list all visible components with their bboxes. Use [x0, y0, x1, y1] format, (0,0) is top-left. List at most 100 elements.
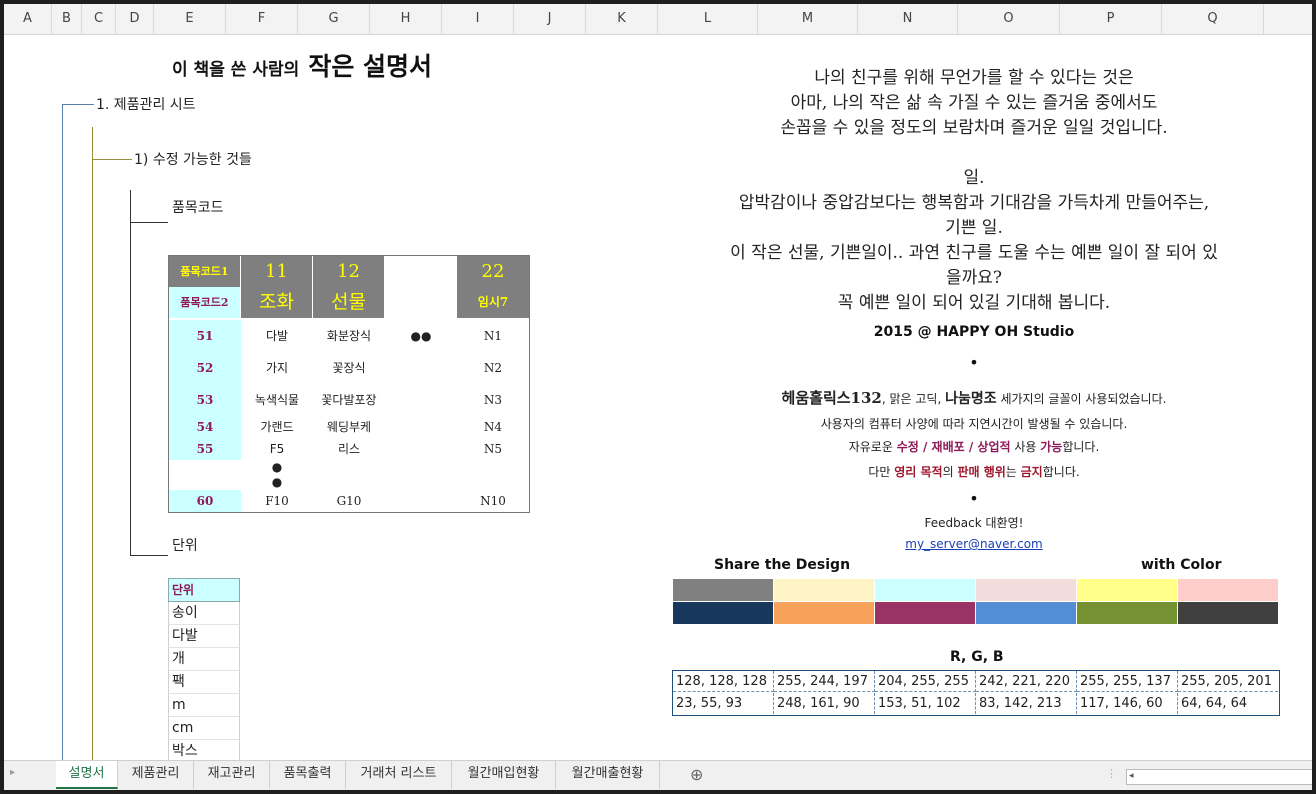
- tab-sheet-1[interactable]: 제품관리: [118, 761, 194, 789]
- palette-swatch-top-5[interactable]: [1178, 579, 1278, 601]
- add-sheet-icon[interactable]: ⊕: [690, 765, 703, 784]
- palette-swatch-top-3[interactable]: [976, 579, 1076, 601]
- column-header-c[interactable]: C: [82, 4, 116, 34]
- column-header-g[interactable]: G: [298, 4, 370, 34]
- code-row-3-cell-0[interactable]: 54: [169, 416, 241, 438]
- palette-swatch-top-0[interactable]: [673, 579, 773, 601]
- tab-sheet-6[interactable]: 월간매출현황: [556, 761, 660, 789]
- code-row-0-cell-0[interactable]: 51: [169, 320, 241, 352]
- rgb-cell-row2[interactable]: 23, 55, 93: [673, 693, 774, 714]
- rgb-cell-row2[interactable]: 64, 64, 64: [1178, 693, 1278, 714]
- code-row-4-cell-3[interactable]: [385, 438, 457, 460]
- rgb-cell-row2[interactable]: 117, 146, 60: [1077, 693, 1178, 714]
- unit-list-item[interactable]: 다발: [168, 625, 240, 648]
- code-row-2-cell-1[interactable]: 녹색식물: [241, 384, 313, 416]
- rgb-cell-row1[interactable]: 242, 221, 220: [976, 671, 1077, 692]
- rgb-cell-row1[interactable]: 255, 255, 137: [1077, 671, 1178, 692]
- column-header-f[interactable]: F: [226, 4, 298, 34]
- email-link[interactable]: my_server@naver.com: [905, 537, 1043, 551]
- column-header-p[interactable]: P: [1060, 4, 1162, 34]
- palette-swatch-top-2[interactable]: [875, 579, 975, 601]
- unit-list-item[interactable]: 개: [168, 648, 240, 671]
- tab-sheet-3[interactable]: 품목출력: [270, 761, 346, 789]
- unit-list-item[interactable]: cm: [168, 717, 240, 740]
- column-header-q[interactable]: Q: [1162, 4, 1264, 34]
- rgb-cell-row1[interactable]: 128, 128, 128: [673, 671, 774, 692]
- palette-swatch-bottom-2[interactable]: [875, 602, 975, 624]
- worksheet-area[interactable]: 이 책을 쓴 사람의 작은 설명서 1. 제품관리 시트 1) 수정 가능한 것…: [4, 35, 1312, 760]
- unit-list-item[interactable]: 박스: [168, 740, 240, 760]
- rgb-cell-row2[interactable]: 248, 161, 90: [774, 693, 875, 714]
- code-row-2-cell-2[interactable]: 꽃다발포장: [313, 384, 385, 416]
- code-header-2-cell-2[interactable]: 선물: [313, 287, 385, 318]
- split-handle-icon[interactable]: ⋮: [1106, 767, 1117, 780]
- code-last-row-cell-2[interactable]: G10: [313, 490, 385, 512]
- palette-swatch-top-1[interactable]: [774, 579, 874, 601]
- unit-list-item[interactable]: 송이: [168, 602, 240, 625]
- code-header-1-cell-3[interactable]: [385, 256, 457, 287]
- tab-sheet-5[interactable]: 월간매입현황: [452, 761, 556, 789]
- code-last-row-cell-3[interactable]: [385, 490, 457, 512]
- code-row-1-cell-1[interactable]: 가지: [241, 352, 313, 384]
- column-header-l[interactable]: L: [658, 4, 758, 34]
- code-row-1-cell-2[interactable]: 꽃장식: [313, 352, 385, 384]
- column-header-n[interactable]: N: [858, 4, 958, 34]
- code-header-1-cell-2[interactable]: 12: [313, 256, 385, 287]
- tab-sheet-2[interactable]: 재고관리: [194, 761, 270, 789]
- code-row-0-cell-4[interactable]: N1: [457, 320, 529, 352]
- code-row-0-cell-2[interactable]: 화분장식: [313, 320, 385, 352]
- column-header-h[interactable]: H: [370, 4, 442, 34]
- code-row-3-cell-1[interactable]: 가랜드: [241, 416, 313, 438]
- column-header-m[interactable]: M: [758, 4, 858, 34]
- rgb-cell-row2[interactable]: 83, 142, 213: [976, 693, 1077, 714]
- unit-list-header[interactable]: 단위: [168, 578, 240, 602]
- column-header-e[interactable]: E: [154, 4, 226, 34]
- horizontal-scrollbar[interactable]: ◂: [1126, 769, 1312, 785]
- code-row-0-cell-3[interactable]: ●●: [385, 320, 457, 352]
- palette-swatch-bottom-5[interactable]: [1178, 602, 1278, 624]
- tab-sheet-0[interactable]: 설명서: [56, 761, 118, 789]
- rgb-cell-row1[interactable]: 255, 205, 201: [1178, 671, 1278, 692]
- code-row-1-cell-0[interactable]: 52: [169, 352, 241, 384]
- code-header-1-cell-1[interactable]: 11: [241, 256, 313, 287]
- code-row-3-cell-4[interactable]: N4: [457, 416, 529, 438]
- code-row-1-cell-3[interactable]: [385, 352, 457, 384]
- code-header-1-cell-0[interactable]: 품목코드1: [169, 256, 241, 287]
- rgb-cell-row1[interactable]: 204, 255, 255: [875, 671, 976, 692]
- column-header-d[interactable]: D: [116, 4, 154, 34]
- code-row-2-cell-4[interactable]: N3: [457, 384, 529, 416]
- palette-swatch-bottom-3[interactable]: [976, 602, 1076, 624]
- code-row-4-cell-4[interactable]: N5: [457, 438, 529, 460]
- code-header-2-cell-4[interactable]: 임시7: [457, 287, 529, 318]
- column-header-k[interactable]: K: [586, 4, 658, 34]
- code-header-1-cell-4[interactable]: 22: [457, 256, 529, 287]
- palette-swatch-bottom-1[interactable]: [774, 602, 874, 624]
- code-row-2-cell-0[interactable]: 53: [169, 384, 241, 416]
- column-header-b[interactable]: B: [52, 4, 82, 34]
- code-header-2-cell-3[interactable]: [385, 287, 457, 318]
- tab-scroll-left-icon[interactable]: ▸: [10, 767, 15, 778]
- code-row-0-cell-1[interactable]: 다발: [241, 320, 313, 352]
- code-header-2-cell-1[interactable]: 조화: [241, 287, 313, 318]
- palette-swatch-top-4[interactable]: [1077, 579, 1177, 601]
- unit-list-item[interactable]: m: [168, 694, 240, 717]
- code-row-2-cell-3[interactable]: [385, 384, 457, 416]
- code-last-row-cell-4[interactable]: N10: [457, 490, 529, 512]
- rgb-cell-row2[interactable]: 153, 51, 102: [875, 693, 976, 714]
- column-header-a[interactable]: A: [4, 4, 52, 34]
- column-header-i[interactable]: I: [442, 4, 514, 34]
- code-last-row-cell-0[interactable]: 60: [169, 490, 241, 512]
- code-row-1-cell-4[interactable]: N2: [457, 352, 529, 384]
- unit-list-item[interactable]: 팩: [168, 671, 240, 694]
- scroll-left-arrow-icon[interactable]: ◂: [1129, 771, 1134, 781]
- palette-swatch-bottom-0[interactable]: [673, 602, 773, 624]
- code-row-3-cell-3[interactable]: [385, 416, 457, 438]
- code-row-3-cell-2[interactable]: 웨딩부케: [313, 416, 385, 438]
- code-row-4-cell-2[interactable]: 리스: [313, 438, 385, 460]
- code-last-row-cell-1[interactable]: F10: [241, 490, 313, 512]
- code-row-4-cell-0[interactable]: 55: [169, 438, 241, 460]
- palette-swatch-bottom-4[interactable]: [1077, 602, 1177, 624]
- code-row-4-cell-1[interactable]: F5: [241, 438, 313, 460]
- code-header-2-cell-0[interactable]: 품목코드2: [169, 287, 241, 318]
- column-header-o[interactable]: O: [958, 4, 1060, 34]
